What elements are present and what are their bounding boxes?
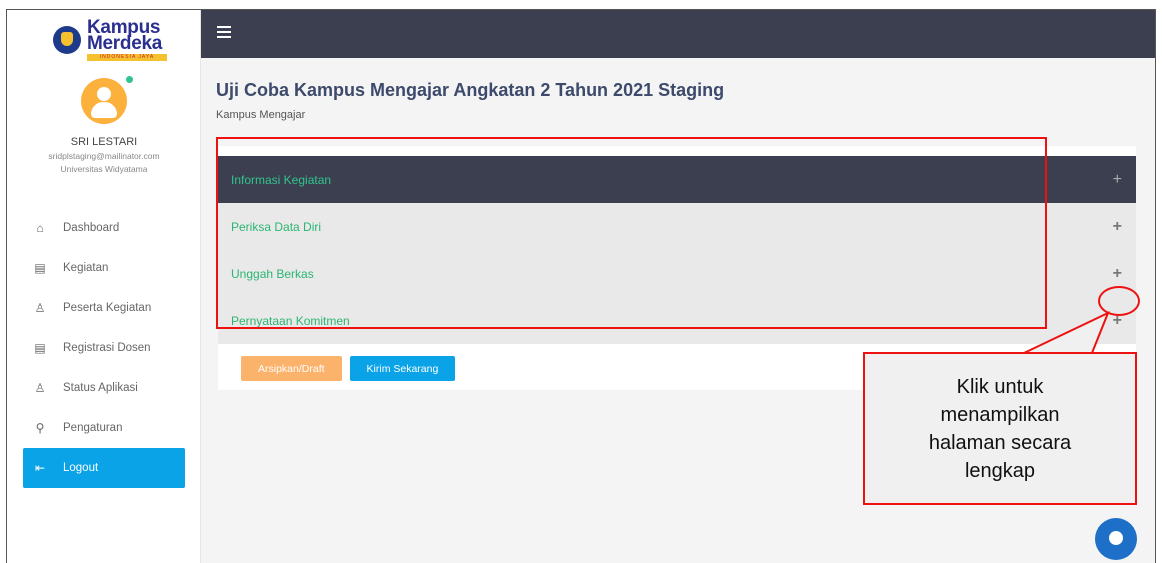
avatar[interactable] — [81, 78, 127, 124]
person-icon: ♙ — [34, 381, 46, 395]
home-icon: ⌂ — [36, 221, 44, 235]
user-email: sridplstaging@mailinator.com — [48, 151, 160, 161]
person-icon: ♙ — [34, 301, 46, 315]
draft-button[interactable]: Arsipkan/Draft — [241, 356, 342, 381]
hamburger-icon[interactable] — [217, 26, 231, 38]
wrench-icon: ⚲ — [35, 421, 45, 435]
plus-icon[interactable]: + — [1113, 266, 1122, 282]
logo-text: Kampus Merdeka — [87, 18, 162, 54]
plus-icon[interactable]: + — [1113, 172, 1122, 188]
kampus-merdeka-logo[interactable]: Kampus Merdeka INDONESIA JAYA — [53, 18, 173, 61]
annotation-highlight-circle — [1098, 286, 1140, 316]
annotation-highlight-box — [216, 137, 1047, 329]
sidebar-item-registrasi-dosen[interactable]: ▤ Registrasi Dosen — [23, 328, 185, 368]
logout-button[interactable]: ⇤ Logout — [23, 448, 185, 488]
sidebar-menu: ⌂ Dashboard ▤ Kegiatan ♙ Peserta Kegiata… — [23, 208, 185, 488]
logo-tagline: INDONESIA JAYA — [87, 54, 167, 61]
sidebar-item-dashboard[interactable]: ⌂ Dashboard — [23, 208, 185, 248]
message-icon: ▤ — [34, 341, 46, 355]
form-actions: Arsipkan/Draft Kirim Sekarang — [241, 356, 456, 381]
top-bar — [201, 10, 1155, 58]
logout-icon: ⇤ — [34, 461, 46, 475]
page-subtitle: Kampus Mengajar — [216, 109, 306, 121]
send-button[interactable]: Kirim Sekarang — [349, 356, 456, 381]
message-icon: ▤ — [34, 261, 46, 275]
sidebar-item-pengaturan[interactable]: ⚲ Pengaturan — [23, 408, 185, 448]
sidebar-item-label: Peserta Kegiatan — [63, 302, 152, 314]
sidebar-item-status-aplikasi[interactable]: ♙ Status Aplikasi — [23, 368, 185, 408]
online-status-icon — [126, 76, 133, 83]
sidebar-item-label: Registrasi Dosen — [63, 342, 151, 354]
sidebar-item-kegiatan[interactable]: ▤ Kegiatan — [23, 248, 185, 288]
sidebar-item-label: Pengaturan — [63, 422, 123, 434]
callout-line: halaman secara — [928, 431, 1072, 454]
page-title: Uji Coba Kampus Mengajar Angkatan 2 Tahu… — [216, 80, 725, 100]
callout-line: menampilkan — [940, 403, 1060, 426]
sidebar-item-label: Dashboard — [63, 222, 120, 234]
sidebar-item-label: Status Aplikasi — [63, 382, 138, 394]
logo-line2: Merdeka — [87, 33, 162, 54]
sidebar-item-label: Kegiatan — [63, 262, 109, 274]
user-name: SRI LESTARI — [70, 136, 138, 148]
user-university: Universitas Widyatama — [60, 164, 148, 174]
callout-line: Klik untuk — [956, 375, 1044, 398]
annotation-callout: Klik untuk menampilkan halaman secara le… — [863, 352, 1137, 505]
callout-line: lengkap — [964, 459, 1036, 482]
logout-label: Logout — [63, 462, 99, 474]
sidebar: Kampus Merdeka INDONESIA JAYA SRI LESTAR… — [7, 10, 201, 563]
sidebar-item-peserta-kegiatan[interactable]: ♙ Peserta Kegiatan — [23, 288, 185, 328]
chat-icon[interactable] — [1095, 518, 1137, 560]
logo-emblem-icon — [53, 26, 81, 54]
plus-icon[interactable]: + — [1113, 219, 1122, 235]
